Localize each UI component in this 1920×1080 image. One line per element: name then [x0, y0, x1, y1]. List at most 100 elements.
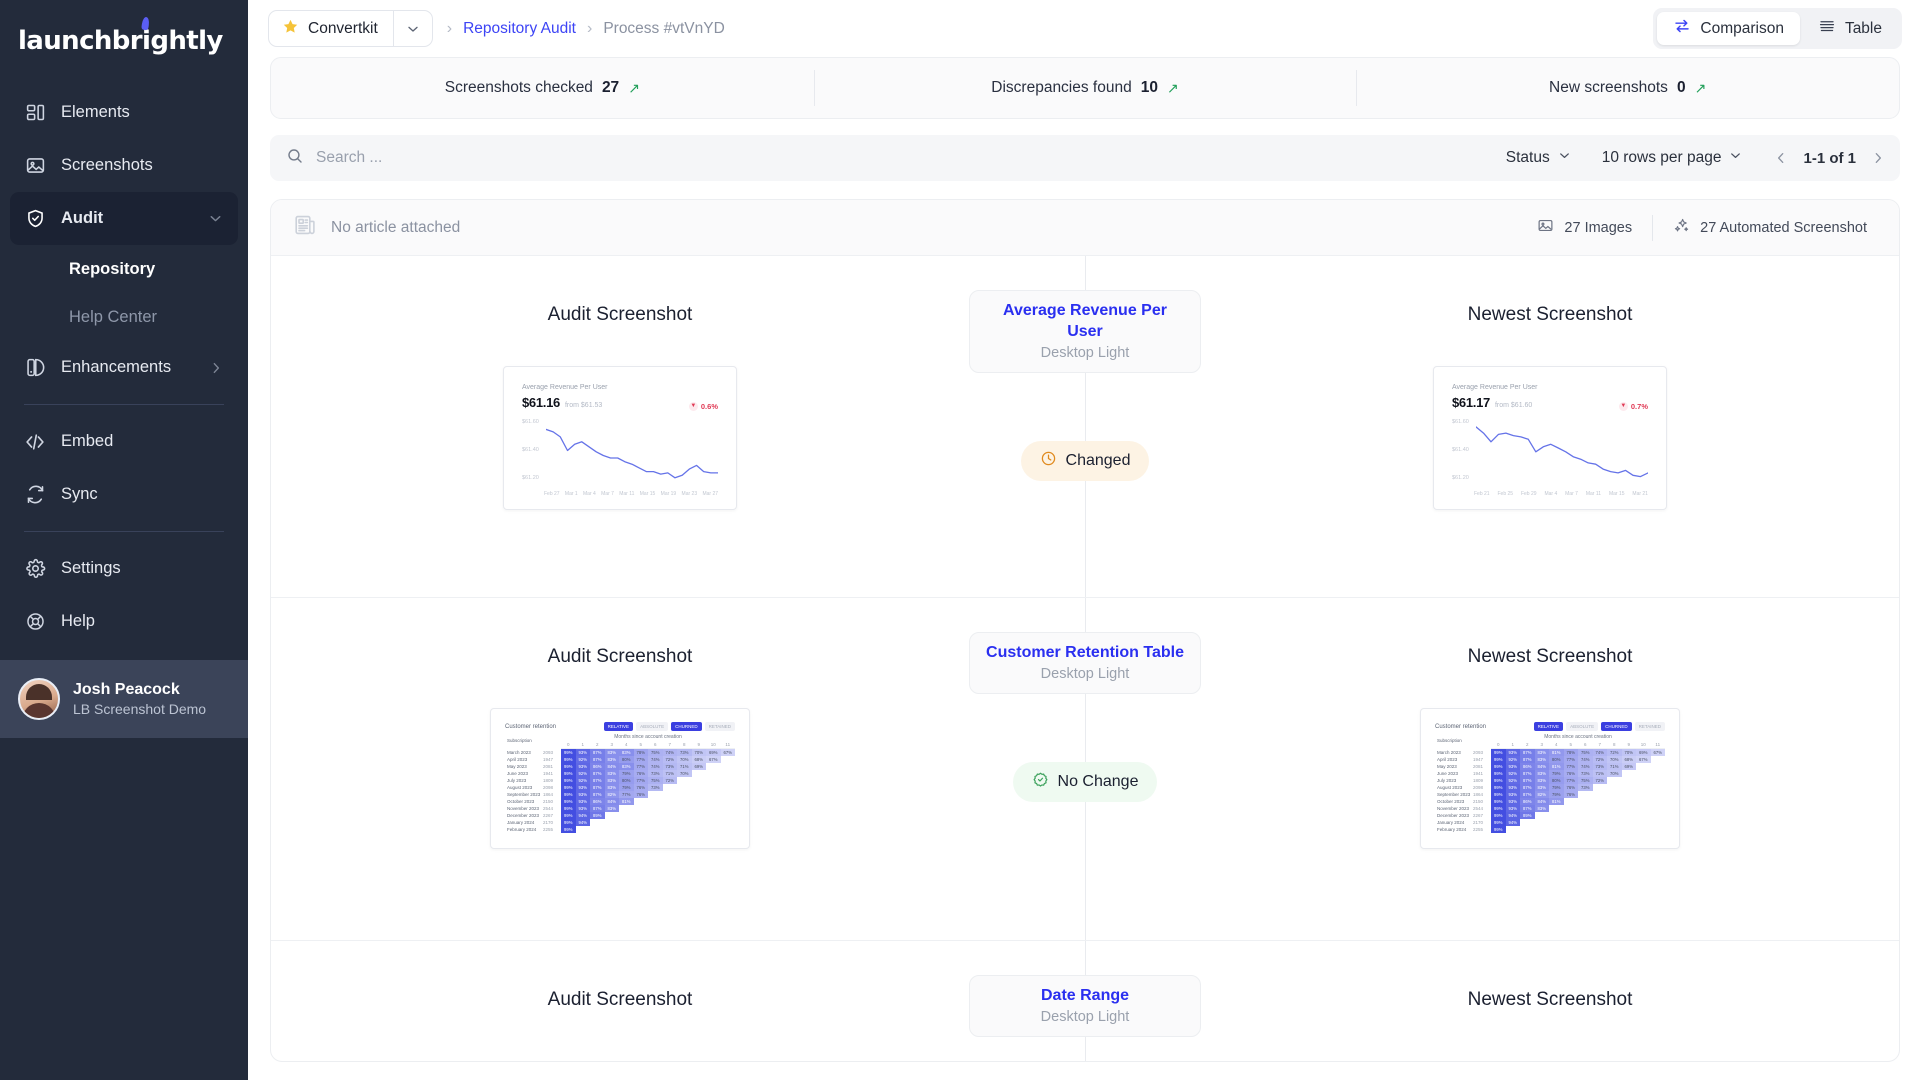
retention-cell: 75%: [648, 748, 663, 756]
x-tick-label: Mar 4: [1544, 490, 1558, 497]
element-card[interactable]: Average Revenue Per User Desktop Light: [969, 290, 1201, 373]
cohort-count: 1947: [543, 757, 554, 762]
chart-delta: ▼ 0.7%: [1618, 401, 1648, 411]
sidebar-item-audit[interactable]: Audit: [10, 192, 238, 245]
cohort-count: 1864: [543, 792, 554, 797]
user-profile[interactable]: Josh Peacock LB Screenshot Demo: [0, 660, 248, 738]
table-row: August 2023 2098 99% 93% 87% 83% 79% 76% 73%: [505, 784, 735, 791]
month-column-header: 1: [1505, 741, 1520, 749]
tab-comparison[interactable]: Comparison: [1657, 12, 1800, 45]
tab-table[interactable]: Table: [1802, 12, 1898, 45]
retention-cell: 67%: [720, 748, 735, 756]
month-column-header: 11: [1650, 741, 1665, 749]
retention-table-newest: Customer retention RELATIVE ABSOLUTE CHU…: [1427, 715, 1673, 842]
automated-count-label: 27 Automated Screenshot: [1700, 219, 1867, 236]
images-count[interactable]: 27 Images: [1517, 215, 1652, 241]
search-field[interactable]: [286, 135, 1484, 181]
col-group-label: Months since account creation: [614, 734, 682, 740]
month-column-header: 5: [633, 741, 648, 749]
stat-screenshots-checked[interactable]: Screenshots checked 27 ↗: [271, 58, 814, 118]
sidebar-item-label: Audit: [61, 209, 104, 227]
sidebar-item-screenshots[interactable]: Screenshots: [10, 139, 238, 192]
cohort-count: 2150: [1473, 799, 1484, 804]
retention-cell: 68%: [1621, 756, 1636, 763]
element-device: Desktop Light: [1040, 344, 1130, 361]
retention-cell: 84%: [1534, 798, 1549, 805]
chevron-right-icon[interactable]: [208, 360, 224, 376]
project-selector[interactable]: Convertkit: [268, 10, 433, 47]
stat-new-screenshots[interactable]: New screenshots 0 ↗: [1356, 58, 1899, 118]
element-card[interactable]: Customer Retention Table Desktop Light: [969, 632, 1201, 694]
cohort-count: 1947: [1473, 757, 1484, 762]
comparison-row: Audit Screenshot Average Revenue Per Use…: [271, 256, 1899, 598]
trend-up-icon: ↗: [1166, 80, 1179, 96]
retention-cell: [1593, 826, 1608, 833]
rows-per-page-dropdown[interactable]: 10 rows per page: [1594, 148, 1752, 168]
retention-cell: 69%: [706, 748, 721, 756]
retention-cell: 99%: [561, 791, 576, 798]
retention-cell: 99%: [1491, 770, 1506, 777]
search-input[interactable]: [316, 149, 1484, 167]
retention-cell: 83%: [619, 748, 634, 756]
retention-cell: 84%: [1534, 763, 1549, 770]
newest-screenshot-thumbnail[interactable]: Average Revenue Per User $61.17 from $61…: [1433, 366, 1667, 510]
sidebar-item-embed[interactable]: Embed: [10, 415, 238, 468]
cohort-label: October 2023: [1437, 799, 1465, 804]
retention-cell: 99%: [561, 812, 576, 819]
cohort-label: September 2023: [1437, 792, 1471, 797]
sidebar-item-enhancements[interactable]: Enhancements: [10, 341, 238, 394]
cohort-label: July 2023: [1437, 778, 1457, 783]
cohort-label: August 2023: [1437, 785, 1463, 790]
retention-cell: 74%: [648, 763, 663, 770]
stat-discrepancies-found[interactable]: Discrepancies found 10 ↗: [813, 58, 1357, 118]
retention-cell: 73%: [677, 748, 692, 756]
col-group-label: Months since account creation: [1544, 734, 1612, 740]
article-attachment[interactable]: No article attached: [293, 213, 460, 242]
audit-screenshot-thumbnail[interactable]: Customer retention RELATIVE ABSOLUTE CHU…: [490, 708, 750, 849]
chevron-down-icon[interactable]: [207, 210, 224, 227]
chart-value: $61.16: [522, 395, 560, 410]
retention-cell: [1607, 798, 1622, 805]
retention-cell: [692, 819, 707, 826]
y-tick-label: $61.20: [1452, 474, 1469, 481]
audit-screenshot-thumbnail[interactable]: Average Revenue Per User $61.16 from $61…: [503, 366, 737, 510]
cohort-label: April 2023: [1437, 757, 1458, 762]
sidebar-item-help-center[interactable]: Help Center: [10, 293, 238, 341]
sidebar-item-settings[interactable]: Settings: [10, 542, 238, 595]
x-tick-label: Feb 29: [1520, 490, 1537, 497]
sidebar-item-help[interactable]: Help: [10, 595, 238, 648]
retention-cell: 93%: [575, 791, 590, 798]
sidebar-item-elements[interactable]: Elements: [10, 86, 238, 139]
retention-cell: 83%: [1534, 770, 1549, 777]
status-filter-dropdown[interactable]: Status: [1498, 148, 1580, 168]
retention-cell: [677, 826, 692, 833]
newest-screenshot-thumbnail[interactable]: Customer retention RELATIVE ABSOLUTE CHU…: [1420, 708, 1680, 849]
cohort-count: 1864: [1473, 792, 1484, 797]
chart-delta: ▼ 0.6%: [688, 401, 718, 411]
breadcrumb-link-repository-audit[interactable]: Repository Audit: [463, 20, 576, 38]
cohort-label: March 2023: [1437, 749, 1461, 755]
retention-cell: [634, 812, 649, 819]
month-column-header: 2: [1520, 741, 1535, 749]
project-dropdown-toggle[interactable]: [392, 11, 432, 46]
retention-cell: [1535, 812, 1550, 819]
retention-cell: 77%: [633, 763, 648, 770]
automated-screenshot-count[interactable]: 27 Automated Screenshot: [1652, 214, 1887, 241]
project-selector-main[interactable]: Convertkit: [269, 11, 393, 46]
next-page-button[interactable]: [1870, 150, 1886, 166]
lifebuoy-icon: [24, 611, 46, 633]
retention-cell: [663, 791, 678, 798]
retention-cell: [1607, 784, 1622, 791]
prev-page-button[interactable]: [1773, 150, 1789, 166]
x-tick-label: Feb 21: [1474, 490, 1490, 497]
brand-logo[interactable]: launchbrightly: [0, 0, 248, 86]
table-toggles: RELATIVE ABSOLUTE CHURNED RETAINED: [603, 722, 735, 731]
retention-cell: [1506, 826, 1521, 833]
sidebar-item-sync[interactable]: Sync: [10, 468, 238, 521]
element-card[interactable]: Date Range Desktop Light: [969, 975, 1201, 1037]
retention-cell: 99%: [1491, 819, 1506, 826]
chart-value: $61.17: [1452, 395, 1490, 410]
retention-cell: [692, 770, 707, 777]
element-name: Date Range: [1040, 987, 1130, 1004]
sidebar-item-repository[interactable]: Repository: [10, 245, 238, 293]
